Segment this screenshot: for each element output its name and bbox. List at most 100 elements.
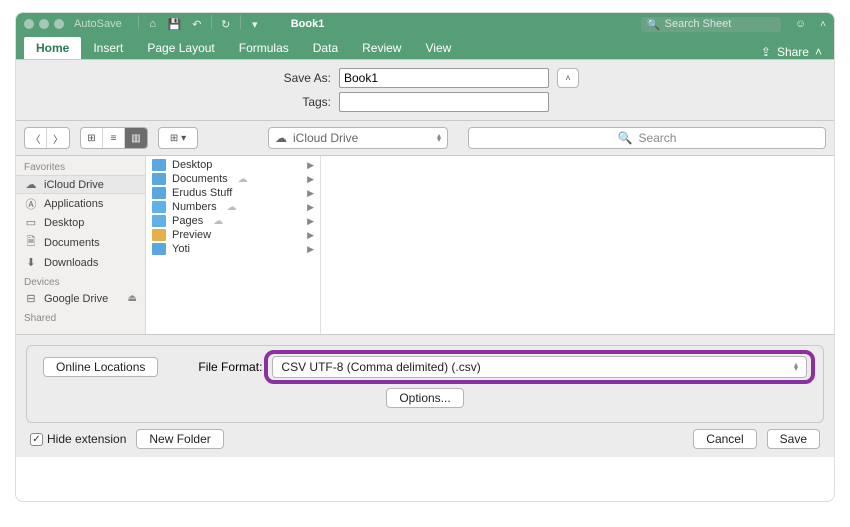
sidebar-item-icloud[interactable]: ☁iCloud Drive — [16, 175, 145, 194]
apps-icon: Ⓐ — [24, 196, 38, 212]
ribbon-collapse-icon[interactable]: ˄ — [815, 45, 822, 59]
collapse-icon[interactable]: ˄ — [820, 19, 826, 30]
share-icon[interactable]: ⇪ — [761, 45, 771, 59]
cloud-sync-icon: ☁ — [238, 174, 248, 185]
file-format-select[interactable]: CSV UTF-8 (Comma delimited) (.csv) ▴▾ — [272, 356, 807, 378]
cloud-sync-icon: ☁ — [227, 202, 237, 213]
view-icon-icon[interactable]: ⊞ — [81, 128, 103, 148]
search-icon: 🔍 — [618, 131, 633, 145]
sidebar-shared-header: Shared — [16, 307, 145, 326]
min-dot[interactable] — [39, 19, 49, 29]
tab-formulas[interactable]: Formulas — [227, 37, 301, 59]
file-format-value: CSV UTF-8 (Comma delimited) (.csv) — [281, 360, 480, 374]
nav-buttons[interactable]: 〈 〉 — [24, 127, 70, 149]
tags-input[interactable] — [339, 92, 549, 112]
download-icon: ⬇ — [24, 256, 38, 269]
document-title: Book1 — [291, 18, 635, 30]
tab-insert[interactable]: Insert — [81, 37, 135, 59]
location-label: iCloud Drive — [293, 131, 358, 145]
hide-extension-label: Hide extension — [47, 432, 126, 446]
eject-icon[interactable]: ⏏ — [128, 293, 137, 304]
titlebar: AutoSave ⌂ 💾 ↶ ↻ ▾ Book1 🔍 Search Sheet … — [16, 13, 834, 35]
sidebar-devices-header: Devices — [16, 271, 145, 290]
back-button[interactable]: 〈 — [25, 128, 47, 148]
dialog-bottom-bar: ✓ Hide extension New Folder Cancel Save — [16, 429, 834, 457]
sidebar-item-downloads[interactable]: ⬇Downloads — [16, 254, 145, 271]
hide-extension-checkbox[interactable]: ✓ Hide extension — [30, 432, 126, 446]
desktop-icon: ▭ — [24, 216, 38, 229]
feedback-icon[interactable]: ☺ — [795, 18, 806, 30]
autosave-label: AutoSave — [74, 18, 122, 30]
column-2 — [321, 156, 834, 334]
save-dialog: Save As: ˄ Tags: 〈 〉 ⊞ ≡ ▥ ⊞ ▾ ☁ iCloud … — [16, 59, 834, 457]
options-button[interactable]: Options... — [386, 388, 463, 408]
cloud-icon: ☁ — [275, 131, 287, 145]
share-label[interactable]: Share — [777, 45, 809, 59]
close-dot[interactable] — [24, 19, 34, 29]
checkbox-icon: ✓ — [30, 433, 43, 446]
sidebar-item-desktop[interactable]: ▭Desktop — [16, 214, 145, 231]
search-sheet-input[interactable]: 🔍 Search Sheet — [641, 17, 781, 32]
view-list-icon[interactable]: ≡ — [103, 128, 125, 148]
window-controls[interactable] — [24, 19, 64, 29]
folder-yoti[interactable]: Yoti▶ — [146, 242, 320, 256]
chevron-right-icon: ▶ — [307, 202, 314, 213]
tab-data[interactable]: Data — [301, 37, 350, 59]
column-1: Desktop▶ Documents☁▶ Erudus Stuff▶ Numbe… — [146, 156, 321, 334]
doc-icon: 🗎 — [24, 233, 38, 252]
cancel-button[interactable]: Cancel — [693, 429, 756, 449]
location-popup[interactable]: ☁ iCloud Drive ▴▾ — [268, 127, 448, 149]
quick-access-toolbar: ⌂ 💾 ↶ ↻ ▾ — [136, 15, 265, 33]
file-browser: Favorites ☁iCloud Drive ⒶApplications ▭D… — [16, 155, 834, 335]
view-column-icon[interactable]: ▥ — [125, 128, 147, 148]
forward-button[interactable]: 〉 — [47, 128, 69, 148]
folder-numbers[interactable]: Numbers☁▶ — [146, 200, 320, 214]
folder-desktop[interactable]: Desktop▶ — [146, 158, 320, 172]
group-by-button[interactable]: ⊞ ▾ — [158, 127, 198, 149]
chevron-right-icon: ▶ — [307, 230, 314, 241]
sidebar: Favorites ☁iCloud Drive ⒶApplications ▭D… — [16, 156, 146, 334]
sidebar-item-applications[interactable]: ⒶApplications — [16, 194, 145, 214]
sidebar-item-documents[interactable]: 🗎Documents — [16, 231, 145, 254]
zoom-dot[interactable] — [54, 19, 64, 29]
chevron-right-icon: ▶ — [307, 216, 314, 227]
chevron-right-icon: ▶ — [307, 174, 314, 185]
chevron-right-icon: ▶ — [307, 160, 314, 171]
file-format-label: File Format: — [198, 360, 262, 374]
tags-label: Tags: — [271, 95, 331, 109]
drive-icon: ⊟ — [24, 292, 38, 305]
view-mode-buttons[interactable]: ⊞ ≡ ▥ — [80, 127, 148, 149]
finder-search-input[interactable]: 🔍 Search — [468, 127, 826, 149]
tab-view[interactable]: View — [413, 37, 463, 59]
search-placeholder: Search Sheet — [665, 18, 732, 30]
undo-icon[interactable]: ↶ — [187, 15, 207, 33]
chevron-right-icon: ▶ — [307, 188, 314, 199]
tab-review[interactable]: Review — [350, 37, 413, 59]
more-icon[interactable]: ▾ — [245, 15, 265, 33]
format-panel: Online Locations File Format: CSV UTF-8 … — [26, 345, 824, 423]
folder-erudus[interactable]: Erudus Stuff▶ — [146, 186, 320, 200]
cloud-sync-icon: ☁ — [213, 216, 223, 227]
sidebar-favorites-header: Favorites — [16, 156, 145, 175]
folder-documents[interactable]: Documents☁▶ — [146, 172, 320, 186]
save-as-input[interactable] — [339, 68, 549, 88]
save-as-label: Save As: — [271, 71, 331, 85]
finder-toolbar: 〈 〉 ⊞ ≡ ▥ ⊞ ▾ ☁ iCloud Drive ▴▾ 🔍 Search — [16, 120, 834, 155]
folder-pages[interactable]: Pages☁▶ — [146, 214, 320, 228]
tab-home[interactable]: Home — [24, 37, 81, 59]
collapse-dialog-button[interactable]: ˄ — [557, 68, 579, 88]
updown-icon: ▴▾ — [437, 134, 441, 142]
save-icon[interactable]: 💾 — [165, 15, 185, 33]
redo-icon[interactable]: ↻ — [216, 15, 236, 33]
online-locations-button[interactable]: Online Locations — [43, 357, 158, 377]
cloud-icon: ☁ — [24, 178, 38, 191]
folder-preview[interactable]: Preview▶ — [146, 228, 320, 242]
chevron-right-icon: ▶ — [307, 244, 314, 255]
home-icon[interactable]: ⌂ — [143, 15, 163, 33]
save-button[interactable]: Save — [767, 429, 820, 449]
tab-page-layout[interactable]: Page Layout — [135, 37, 226, 59]
new-folder-button[interactable]: New Folder — [136, 429, 223, 449]
updown-icon: ▴▾ — [794, 363, 798, 371]
finder-search-placeholder: Search — [638, 131, 676, 145]
sidebar-item-google-drive[interactable]: ⊟Google Drive⏏ — [16, 290, 145, 307]
